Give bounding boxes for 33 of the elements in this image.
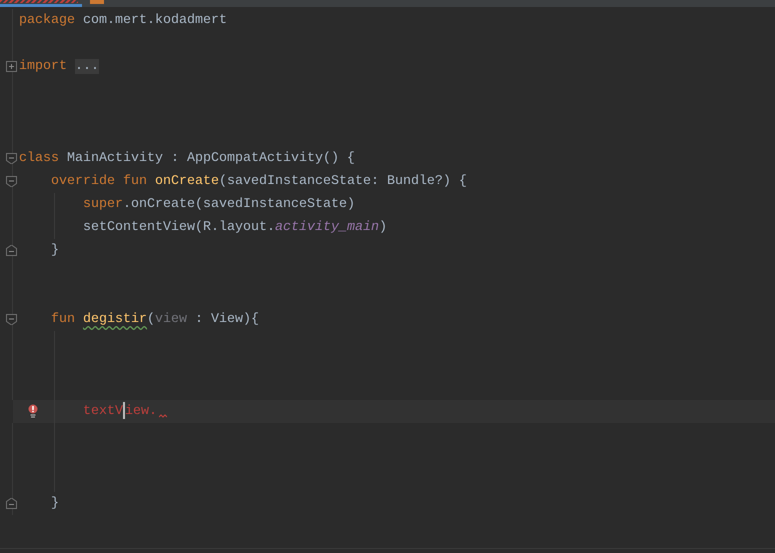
code-token: setContentView(R.layout. [83,220,275,235]
file-icon [90,0,104,4]
error-squiggle [159,414,167,418]
folded-code-placeholder[interactable]: ... [75,59,99,74]
code-token: ( [147,312,155,327]
code-token: view [155,312,187,327]
code-token: } [51,243,59,258]
code-token: activity_main [274,220,379,235]
code-token: override fun [51,174,147,189]
code-token: class [19,151,59,166]
code-token: } [51,496,59,511]
fold-end-icon[interactable] [6,498,17,509]
error-bulb-icon[interactable] [28,404,38,418]
code-token: : View){ [195,312,259,327]
code-token: fun [51,312,75,327]
code-token: textV [83,404,123,419]
fold-collapse-icon[interactable] [6,153,17,164]
code-token: degistir [83,312,147,327]
code-token: .onCreate(savedInstanceState) [123,197,355,212]
code-token: onCreate [154,174,219,189]
code-token: package [19,13,75,28]
fold-end-icon[interactable] [6,245,17,256]
code-token: (savedInstanceState: Bundle?) { [218,174,467,189]
code-token: com.mert.kodadmert [83,13,227,28]
code-token: import [19,59,67,74]
fold-collapse-icon[interactable] [6,176,17,187]
code-token: iew. [125,404,157,419]
code-token: super [83,197,123,212]
fold-expand-icon[interactable] [6,61,17,72]
editor-tab[interactable] [0,0,82,7]
code-token: ) [378,220,387,235]
code-token: MainActivity : AppCompatActivity() { [67,151,355,166]
fold-collapse-icon[interactable] [6,314,17,325]
